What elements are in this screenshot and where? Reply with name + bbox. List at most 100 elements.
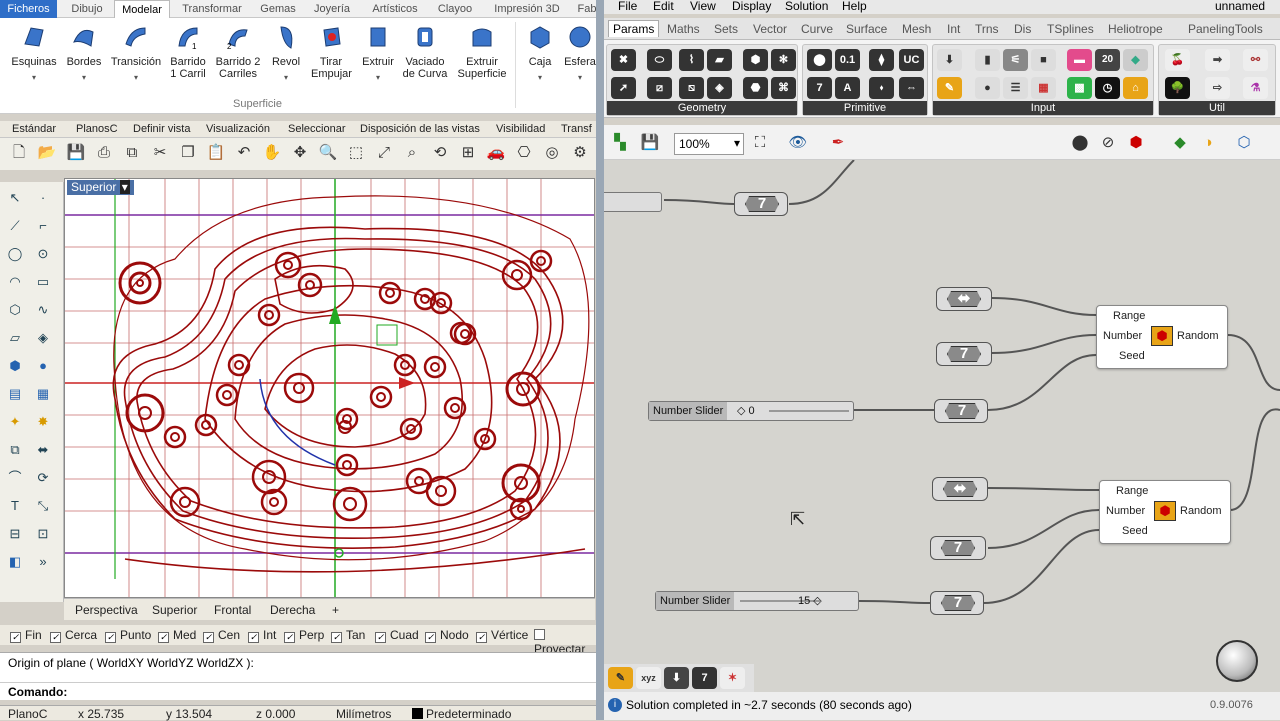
- surface-param-icon[interactable]: ▰: [707, 49, 732, 71]
- toggle-icon[interactable]: ▮: [975, 49, 1000, 71]
- point-param-icon[interactable]: ◈: [707, 77, 732, 99]
- display-mode-icon[interactable]: ⬡: [1234, 133, 1254, 153]
- integer-param-1[interactable]: 7: [936, 342, 992, 366]
- checkbox-icon[interactable]: ✓: [476, 632, 487, 643]
- uv-param-icon[interactable]: UC: [899, 49, 924, 71]
- brep-param-icon[interactable]: ⬢: [743, 49, 768, 71]
- panel-icon[interactable]: ⬇: [937, 49, 962, 71]
- zoom-extents-icon[interactable]: ⛶: [750, 133, 770, 153]
- tree-icon[interactable]: 🌳: [1165, 77, 1190, 99]
- sketch-pen-icon[interactable]: ✒: [828, 133, 848, 153]
- gh-tab-surface[interactable]: Surface: [846, 22, 887, 36]
- input-number[interactable]: Number: [1106, 505, 1145, 517]
- checkbox-icon[interactable]: ✓: [203, 632, 214, 643]
- xyz-tool-icon[interactable]: xyz: [636, 667, 661, 689]
- paste-icon[interactable]: 📋: [206, 143, 226, 163]
- status-units[interactable]: Milímetros: [336, 707, 391, 721]
- image-sampler-icon[interactable]: ⌂: [1123, 77, 1148, 99]
- swatch-icon[interactable]: ▦: [1031, 77, 1056, 99]
- mesh-icon[interactable]: ▤: [5, 384, 25, 404]
- point-icon[interactable]: ·: [33, 188, 53, 208]
- ribbon-caja-button[interactable]: Caja ▾: [520, 24, 560, 84]
- offset-icon[interactable]: ⟳: [33, 468, 53, 488]
- gradient-icon[interactable]: ▬: [1067, 49, 1092, 71]
- zoom-extents-icon[interactable]: ⤢: [374, 143, 394, 163]
- text-param-icon[interactable]: A: [835, 77, 860, 99]
- solid-box-icon[interactable]: ⬢: [5, 356, 25, 376]
- checkbox-icon[interactable]: ✓: [248, 632, 259, 643]
- document-preview-icon[interactable]: ◑: [1198, 133, 1218, 153]
- polygon-icon[interactable]: ⬡: [5, 300, 25, 320]
- matrix-icon[interactable]: ▩: [1067, 77, 1092, 99]
- osnap-cerca[interactable]: ✓ Cerca: [50, 628, 97, 643]
- tab-disposicion[interactable]: Disposición de las vistas: [360, 123, 480, 135]
- graph-mapper-icon[interactable]: ✎: [937, 77, 962, 99]
- patch-icon[interactable]: ◈: [33, 328, 53, 348]
- osnap-perp[interactable]: ✓ Perp: [284, 628, 324, 643]
- tab-derecha[interactable]: Derecha: [270, 603, 315, 617]
- arc-icon[interactable]: ◠: [5, 272, 25, 292]
- domain-param-1[interactable]: ⬌: [936, 287, 992, 311]
- domain-param-2[interactable]: ⬌: [932, 477, 988, 501]
- group-icon[interactable]: ⊟: [5, 524, 25, 544]
- zoom-selected-icon[interactable]: ⌕: [402, 143, 422, 163]
- polyline-icon[interactable]: ⌐: [33, 216, 53, 236]
- tab-planosc[interactable]: PlanosC: [76, 123, 118, 135]
- link-icon[interactable]: ⚯: [1243, 49, 1268, 71]
- random-component-2[interactable]: Range Number Seed ⬢ Random: [1099, 480, 1231, 544]
- value-list-icon[interactable]: ☰: [1003, 77, 1028, 99]
- dimension-icon[interactable]: ⤡: [33, 496, 53, 516]
- menu-tab-modelar[interactable]: Modelar: [114, 0, 170, 19]
- partial-slider[interactable]: [604, 192, 662, 212]
- gh-tab-int[interactable]: Int: [947, 22, 960, 36]
- ribbon-barrido2-button[interactable]: 2 Barrido 2 Carriles: [212, 24, 264, 80]
- output-random[interactable]: Random: [1177, 330, 1219, 342]
- zoom-dropdown[interactable]: 100% ▾: [674, 133, 744, 155]
- ribbon-barrido1-button[interactable]: 1 Barrido 1 Carril: [164, 24, 212, 80]
- ribbon-bordes-button[interactable]: Bordes ▾: [62, 24, 106, 84]
- integer-tool-icon[interactable]: 7: [692, 667, 717, 689]
- knob-icon[interactable]: ●: [975, 77, 1000, 99]
- mesh-quality-icon[interactable]: ◆: [1170, 133, 1190, 153]
- gh-tab-curve[interactable]: Curve: [801, 22, 833, 36]
- gh-menu-solution[interactable]: Solution: [785, 0, 828, 13]
- osnap-cuad[interactable]: ✓ Cuad: [375, 628, 419, 643]
- tab-superior[interactable]: Superior: [152, 603, 197, 617]
- rectangle-icon[interactable]: ▭: [33, 272, 53, 292]
- tab-perspectiva[interactable]: Perspectiva: [75, 603, 138, 617]
- expand-toolbar-icon[interactable]: »: [33, 552, 53, 572]
- top-viewport[interactable]: [64, 178, 595, 598]
- add-viewport-button[interactable]: +: [332, 603, 339, 617]
- mesh-param-icon[interactable]: ✻: [771, 49, 796, 71]
- menu-tab-dibujo[interactable]: Dibujo: [62, 0, 112, 18]
- car-render-icon[interactable]: 🚗: [486, 143, 506, 163]
- output-random[interactable]: Random: [1180, 505, 1222, 517]
- menu-tab-transformar[interactable]: Transformar: [172, 0, 252, 18]
- number-slider-2[interactable]: Number Slider 15 ◇: [655, 591, 859, 611]
- gh-canvas[interactable]: 7 ⬌ 7 Number Slider ◇ 0 7 Range Number S…: [604, 160, 1280, 692]
- checkbox-icon[interactable]: ✓: [331, 632, 342, 643]
- checkbox-icon[interactable]: [534, 629, 545, 640]
- line-icon[interactable]: ⟋: [5, 216, 25, 236]
- print-icon[interactable]: ⎙: [94, 143, 114, 163]
- color-wheel-icon[interactable]: ◆: [1123, 49, 1148, 71]
- tab-estandar[interactable]: Estándar: [12, 123, 56, 135]
- menu-tab-artisticos[interactable]: Artísticos: [362, 0, 428, 18]
- ribbon-tirar-empujar-button[interactable]: Tirar Empujar: [306, 24, 356, 80]
- new-file-icon[interactable]: 🗋: [9, 143, 29, 163]
- tab-seleccionar[interactable]: Seleccionar: [288, 123, 345, 135]
- slider-icon[interactable]: ⚟: [1003, 49, 1028, 71]
- ribbon-revol-button[interactable]: Revol ▾: [266, 24, 306, 84]
- checkbox-icon[interactable]: ✓: [50, 632, 61, 643]
- checkbox-icon[interactable]: ✓: [105, 632, 116, 643]
- line-param-icon[interactable]: ⧄: [647, 77, 672, 99]
- rotate-view-icon[interactable]: ✥: [290, 143, 310, 163]
- cherries-icon[interactable]: 🍒: [1165, 49, 1190, 71]
- osnap-int[interactable]: ✓ Int: [248, 628, 276, 643]
- gh-menu-help[interactable]: Help: [842, 0, 867, 13]
- osnap-nodo[interactable]: ✓ Nodo: [425, 628, 469, 643]
- command-prompt[interactable]: Comando:: [8, 685, 67, 699]
- undo-icon[interactable]: ↶: [234, 143, 254, 163]
- checkbox-icon[interactable]: ✓: [158, 632, 169, 643]
- ribbon-extruir-superficie-button[interactable]: Extruir Superficie: [454, 24, 510, 80]
